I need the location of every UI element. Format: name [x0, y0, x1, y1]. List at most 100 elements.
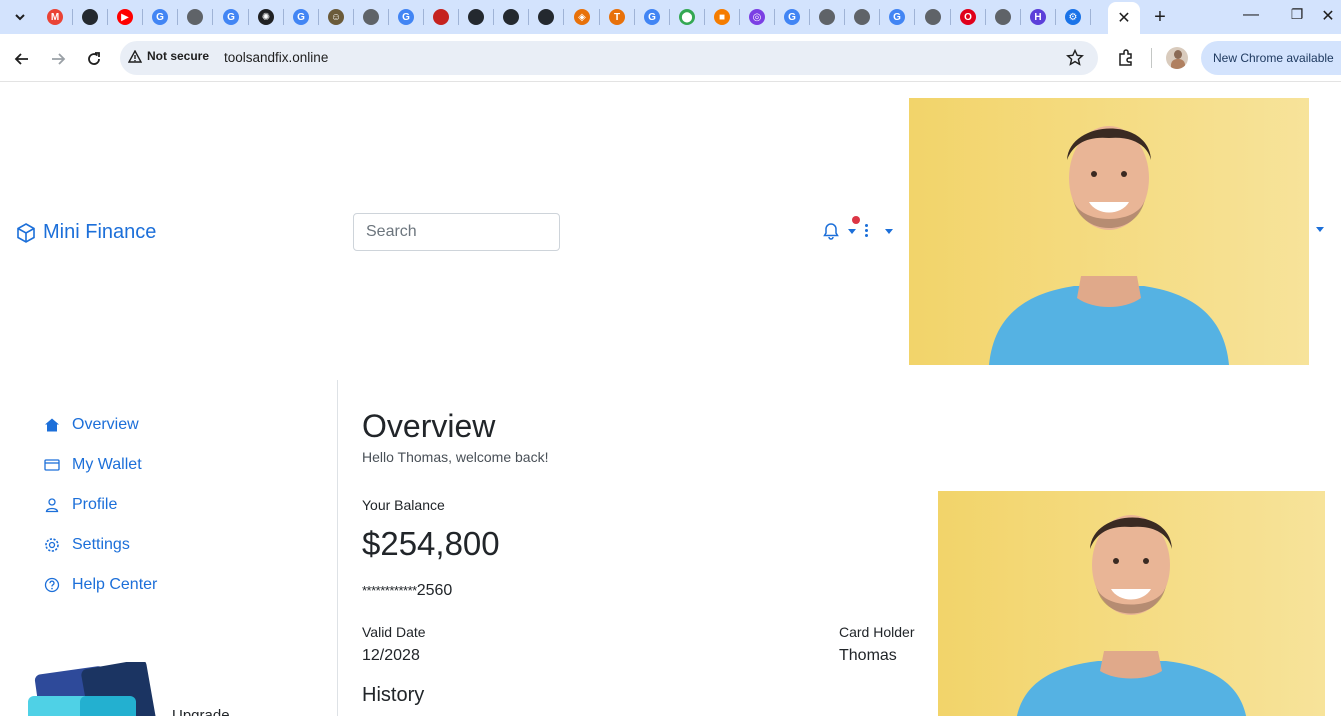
web-page: Mini Finance Overview My Wallet	[0, 82, 1341, 716]
browser-tab[interactable]	[359, 5, 383, 29]
browser-tab[interactable]: M	[43, 5, 67, 29]
bookmark-star-icon[interactable]	[1066, 48, 1084, 72]
browser-tab[interactable]: T	[605, 5, 629, 29]
balance-amount: $254,800	[362, 525, 500, 562]
browser-tab[interactable]: G	[780, 5, 804, 29]
minimize-icon[interactable]: —	[1240, 6, 1262, 24]
new-chrome-available-button[interactable]: New Chrome available	[1201, 41, 1341, 75]
tab-separator	[844, 9, 845, 25]
card-holder-label: Card Holder	[839, 624, 915, 640]
browser-tab[interactable]: ⬤	[675, 5, 699, 29]
browser-tab[interactable]: G	[394, 5, 418, 29]
tab-separator	[739, 9, 740, 25]
globe-icon	[995, 9, 1011, 25]
browser-tab[interactable]	[78, 5, 102, 29]
restore-icon[interactable]: ❐	[1286, 6, 1308, 23]
globe-icon	[819, 9, 835, 25]
security-chip[interactable]: Not secure	[128, 49, 209, 63]
history-heading: History	[362, 684, 425, 706]
browser-tab[interactable]: G	[640, 5, 664, 29]
page-title: Overview	[362, 408, 496, 444]
active-tab[interactable]: ✕	[1108, 2, 1140, 34]
browser-tab[interactable]: G	[148, 5, 172, 29]
notifications-caret-icon[interactable]	[848, 229, 856, 234]
google-icon: G	[644, 9, 660, 25]
opera-icon: O	[960, 9, 976, 25]
tab-separator	[1020, 9, 1021, 25]
openai-icon: ✺	[258, 9, 274, 25]
tab-separator	[1055, 9, 1056, 25]
more-menu-kebab-icon[interactable]	[865, 224, 869, 238]
sidebar-item-overview[interactable]: Overview	[44, 416, 139, 434]
browser-tab[interactable]: ☺	[324, 5, 348, 29]
search-input[interactable]	[353, 213, 560, 251]
home-icon	[45, 418, 59, 432]
sidebar-item-profile[interactable]: Profile	[44, 496, 117, 514]
browser-tab[interactable]: ✺	[254, 5, 278, 29]
browser-tab[interactable]: ◎	[745, 5, 769, 29]
wallet-icon	[44, 459, 60, 471]
globe-icon	[187, 9, 203, 25]
tab-separator	[528, 9, 529, 25]
browser-tab[interactable]: G	[289, 5, 313, 29]
browser-tab[interactable]: H	[1026, 5, 1050, 29]
github-icon	[503, 9, 519, 25]
notification-badge-dot	[852, 216, 860, 224]
browser-tab[interactable]	[921, 5, 945, 29]
sidebar-item-settings[interactable]: Settings	[44, 536, 130, 554]
browser-tab[interactable]	[815, 5, 839, 29]
url-text[interactable]: toolsandfix.online	[224, 50, 328, 65]
user-menu-caret-icon[interactable]	[1316, 227, 1324, 232]
github-icon	[82, 9, 98, 25]
extensions-puzzle-icon[interactable]	[1116, 48, 1136, 73]
browser-tab[interactable]	[183, 5, 207, 29]
browser-tab[interactable]: G	[219, 5, 243, 29]
back-arrow-icon[interactable]	[11, 48, 33, 70]
browser-tab[interactable]	[534, 5, 558, 29]
close-tab-icon[interactable]: ✕	[1117, 8, 1130, 28]
card-number-mask: ************	[362, 583, 417, 598]
user-icon	[45, 498, 59, 513]
tab-separator	[458, 9, 459, 25]
browser-tab[interactable]	[429, 5, 453, 29]
notifications-bell-icon[interactable]	[822, 222, 840, 245]
browser-tab[interactable]: ◈	[570, 5, 594, 29]
user-profile-photo[interactable]	[909, 98, 1309, 365]
tab-separator	[142, 9, 143, 25]
tab-separator	[879, 9, 880, 25]
valid-date-value: 12/2028	[362, 647, 420, 664]
avatar-icon: ☺	[328, 9, 344, 25]
browser-tab[interactable]: ■	[710, 5, 734, 29]
sidebar-item-help-center[interactable]: Help Center	[44, 576, 157, 594]
browser-tab[interactable]	[991, 5, 1015, 29]
valid-date-label: Valid Date	[362, 624, 426, 640]
close-window-icon[interactable]: ✕	[1317, 6, 1339, 26]
sidebar-item-my-wallet[interactable]: My Wallet	[44, 456, 142, 474]
tab-separator	[248, 9, 249, 25]
help-circle-icon	[44, 577, 60, 593]
sidebar-divider	[337, 380, 338, 716]
new-tab-plus-icon[interactable]: +	[1148, 5, 1172, 29]
card-number-last-digits: 2560	[416, 582, 453, 599]
text-t-icon: T	[609, 9, 625, 25]
browser-tab[interactable]	[499, 5, 523, 29]
forward-arrow-icon[interactable]	[47, 48, 69, 70]
browser-tab[interactable]: ⚙	[1061, 5, 1085, 29]
settings-gear-icon: ⚙	[1065, 9, 1081, 25]
browser-tab[interactable]: O	[956, 5, 980, 29]
profile-avatar[interactable]	[1166, 47, 1188, 69]
browser-tab[interactable]: G	[885, 5, 909, 29]
tab-separator	[774, 9, 775, 25]
browser-tab[interactable]: ▶	[113, 5, 137, 29]
brand-name: Mini Finance	[43, 221, 157, 243]
brand-logo[interactable]: Mini Finance	[15, 221, 156, 244]
google-icon: G	[784, 9, 800, 25]
browser-tab[interactable]	[850, 5, 874, 29]
browser-tab-strip: M ▶ G G ✺ G ☺ G ◈ T G ⬤ ■ ◎ G G O H ⚙ ✕ + — ❐ ✕	[0, 0, 1341, 34]
tab-search-chevron-icon[interactable]	[8, 5, 32, 29]
reload-icon[interactable]	[83, 48, 105, 70]
tab-separator	[423, 9, 424, 25]
globe-icon	[363, 9, 379, 25]
browser-tab[interactable]	[464, 5, 488, 29]
more-menu-caret-icon[interactable]	[885, 229, 893, 234]
